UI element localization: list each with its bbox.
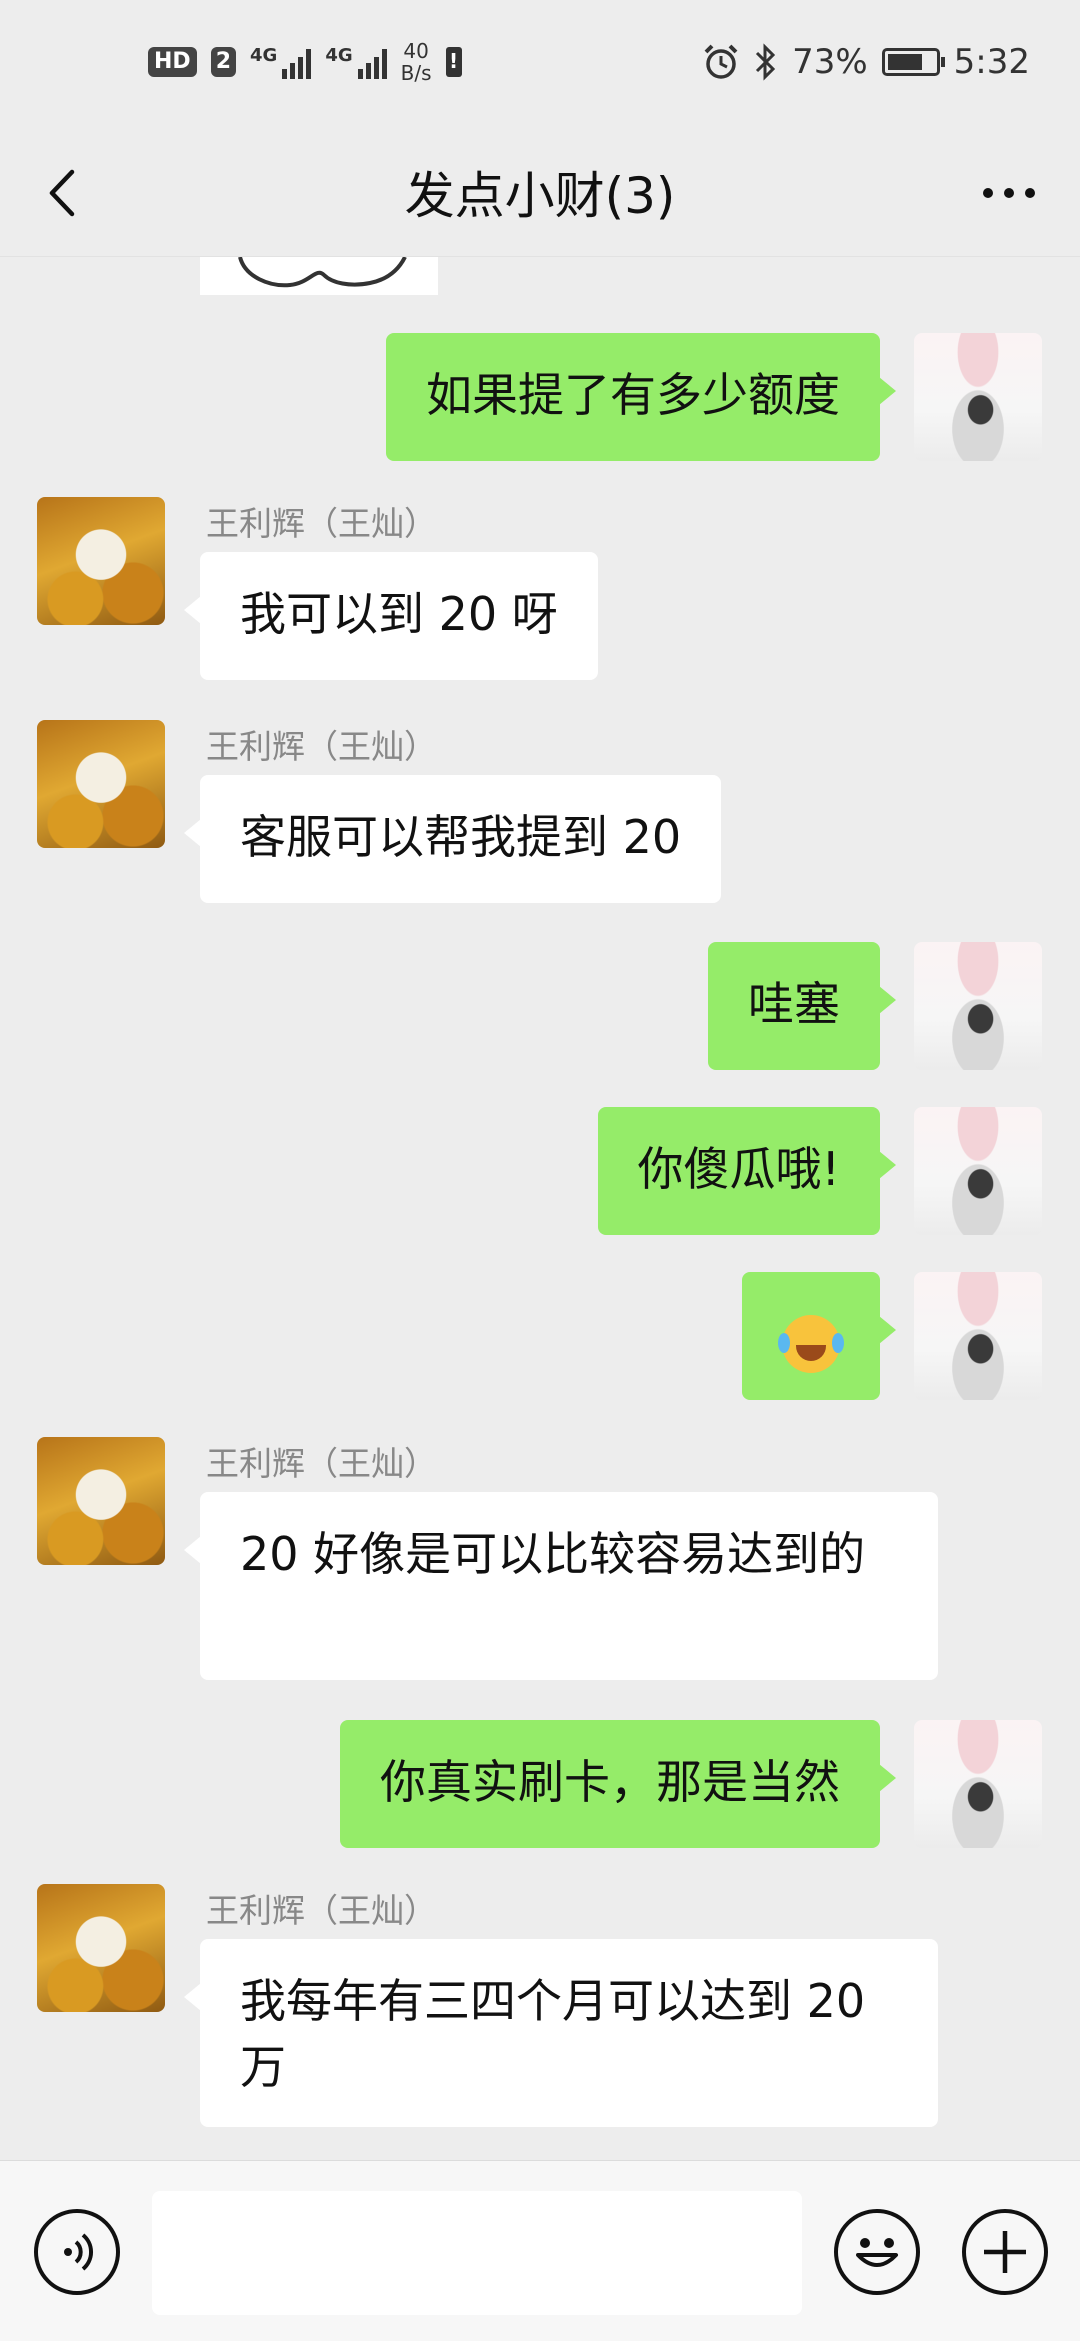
message-text: 如果提了有多少额度 (426, 368, 840, 422)
more-options-button[interactable] (976, 160, 1042, 226)
my-avatar[interactable] (914, 333, 1042, 461)
voice-icon (64, 2233, 94, 2271)
alarm-icon (704, 44, 738, 79)
sender-avatar[interactable] (37, 720, 165, 848)
outgoing-message-bubble[interactable]: 哇塞 (708, 942, 896, 1070)
network-speed-unit: B/s (400, 61, 432, 85)
outgoing-message-bubble[interactable]: 你真实刷卡，那是当然 (340, 1720, 896, 1848)
message-text: 我每年有三四个月可以达到 20 万 (240, 1974, 866, 2094)
incoming-message-bubble[interactable]: 客服可以帮我提到 20 (183, 775, 722, 903)
message-list[interactable]: 如果提了有多少额度 王利辉（王灿） 我可以到 20 呀 王利辉（王灿） 客服可以… (0, 257, 1080, 2160)
more-functions-button[interactable] (962, 2209, 1048, 2295)
sender-name: 王利辉（王灿） (206, 504, 437, 543)
sim-badge: 2 (210, 47, 236, 77)
signal-icon-2: 4G (325, 45, 387, 79)
chat-header: 发点小财(3) (0, 130, 1080, 257)
sender-avatar[interactable] (37, 1437, 165, 1565)
message-row: 王利辉（王灿） 客服可以帮我提到 20 (0, 720, 1080, 920)
signal-icon-1: 4G (250, 45, 312, 79)
sender-avatar[interactable] (37, 497, 165, 625)
network-speed-value: 40 (403, 39, 429, 63)
message-row: 你傻瓜哦! (0, 1107, 1080, 1235)
message-text: 你傻瓜哦! (637, 1142, 840, 1196)
outgoing-message-bubble[interactable]: 如果提了有多少额度 (386, 333, 896, 461)
message-row: 如果提了有多少额度 (0, 333, 1080, 461)
more-dots-icon (983, 188, 1035, 198)
message-text: 我可以到 20 呀 (240, 587, 558, 641)
status-bar: HD 2 4G 4G 40 B/s 73% 5:32 (0, 0, 1080, 130)
network-type-2: 4G (325, 45, 353, 66)
message-input[interactable] (152, 2191, 802, 2315)
chat-title: 发点小财(3) (404, 167, 676, 225)
sketch-image (238, 257, 407, 288)
message-text: 哇塞 (748, 977, 840, 1031)
message-row: 哇塞 (0, 942, 1080, 1070)
clock: 5:32 (953, 42, 1030, 82)
message-text: 客服可以帮我提到 20 (240, 810, 682, 864)
my-avatar[interactable] (914, 1272, 1042, 1400)
battery-percent: 73% (792, 42, 868, 82)
incoming-message-bubble[interactable]: 20 好像是可以比较容易达到的 (184, 1492, 938, 1680)
message-row: 你真实刷卡，那是当然 (0, 1720, 1080, 1848)
hd-badge: HD (148, 47, 197, 77)
voice-input-button[interactable] (34, 2209, 120, 2295)
outgoing-message-bubble[interactable]: 你傻瓜哦! (597, 1107, 897, 1235)
battery-warning-icon (445, 47, 462, 77)
message-text: 你真实刷卡，那是当然 (380, 1755, 840, 1809)
facepalm-laugh-cry-icon (778, 1314, 840, 1373)
sender-avatar[interactable] (37, 1884, 165, 2012)
network-speed: 40 B/s (401, 40, 432, 84)
message-row: 王利辉（王灿） 我可以到 20 呀 (0, 497, 1080, 697)
incoming-message-bubble[interactable]: 我可以到 20 呀 (184, 552, 598, 680)
my-avatar[interactable] (914, 1720, 1042, 1848)
emoji-button[interactable] (834, 2209, 920, 2295)
bluetooth-icon (756, 43, 776, 81)
battery-icon (881, 48, 945, 76)
battery-fill (887, 54, 922, 70)
image-message-partial[interactable] (200, 257, 438, 295)
my-avatar[interactable] (914, 942, 1042, 1070)
plus-icon (984, 2231, 1026, 2273)
sender-name: 王利辉（王灿） (206, 1891, 437, 1930)
message-text: 20 好像是可以比较容易达到的 (240, 1527, 866, 1581)
status-right: 73% 5:32 (702, 42, 1030, 82)
smiley-icon (856, 2238, 898, 2267)
sender-name: 王利辉（王灿） (206, 727, 437, 766)
outgoing-emoji-bubble[interactable] (742, 1272, 896, 1400)
incoming-message-bubble[interactable]: 我每年有三四个月可以达到 20 万 (184, 1939, 938, 2127)
status-left: HD 2 4G 4G 40 B/s (148, 40, 462, 84)
message-row: 王利辉（王灿） 20 好像是可以比较容易达到的 (0, 1437, 1080, 1697)
message-row (0, 1272, 1080, 1400)
message-row: 王利辉（王灿） 我每年有三四个月可以达到 20 万 (0, 1884, 1080, 2144)
input-bar (0, 2160, 1080, 2341)
network-type-1: 4G (250, 45, 278, 66)
my-avatar[interactable] (914, 1107, 1042, 1235)
sender-name: 王利辉（王灿） (206, 1444, 437, 1483)
